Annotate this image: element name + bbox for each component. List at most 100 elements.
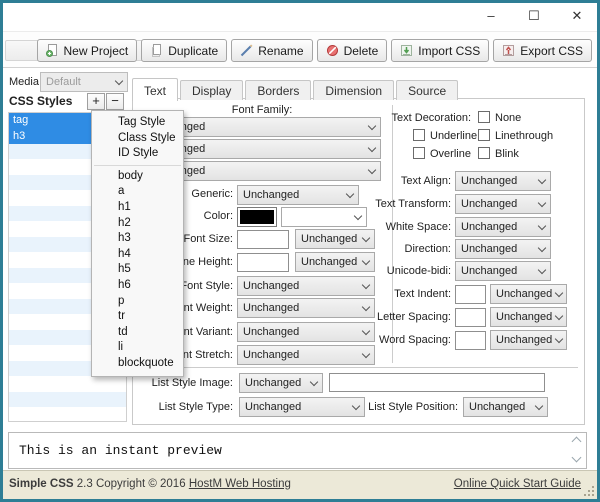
menu-item-tr[interactable]: tr: [92, 309, 183, 325]
font-style-value: Unchanged: [243, 280, 300, 292]
unicode-bidi-select[interactable]: Unchanged: [455, 261, 551, 281]
chevron-down-icon: [345, 189, 355, 198]
menu-item-h6[interactable]: h6: [92, 278, 183, 294]
chevron-down-icon: [361, 256, 371, 265]
decoration-overline-checkbox[interactable]: [413, 147, 425, 159]
tab-dimension[interactable]: Dimension: [313, 80, 395, 100]
tab-text[interactable]: Text: [132, 78, 179, 101]
chevron-down-icon: [537, 198, 547, 207]
decoration-overline-label: Overline: [430, 148, 471, 160]
word-spacing-unit-select[interactable]: Unchanged: [490, 330, 567, 350]
menu-item-a[interactable]: a: [92, 184, 183, 200]
unicode-bidi-label: Unicode-bidi:: [386, 265, 451, 277]
list-style-type-select[interactable]: Unchanged: [239, 397, 365, 417]
decoration-none-checkbox[interactable]: [478, 111, 490, 123]
white-space-value: Unchanged: [461, 221, 518, 233]
list-style-image-select[interactable]: Unchanged: [239, 373, 323, 393]
scroll-up-icon[interactable]: [571, 436, 581, 447]
list-style-type-label: List Style Type:: [158, 401, 233, 413]
resize-grip-icon[interactable]: [584, 486, 594, 496]
list-style-image-url-input[interactable]: [329, 373, 545, 392]
text-indent-input[interactable]: [455, 285, 486, 304]
import-css-button[interactable]: Import CSS: [391, 39, 490, 62]
color-swatch[interactable]: [237, 207, 277, 227]
letter-spacing-unit-select[interactable]: Unchanged: [490, 307, 567, 327]
media-value: Default: [46, 76, 81, 88]
menu-item-p[interactable]: p: [92, 294, 183, 310]
word-spacing-input[interactable]: [455, 331, 486, 350]
decoration-blink-checkbox[interactable]: [478, 147, 490, 159]
tab-source[interactable]: Source: [396, 80, 459, 100]
text-indent-unit-value: Unchanged: [496, 288, 553, 300]
new-project-icon: [45, 44, 59, 57]
chevron-down-icon: [361, 349, 371, 358]
letter-spacing-unit-value: Unchanged: [496, 311, 553, 323]
menu-item-tag-style[interactable]: Tag Style: [92, 115, 183, 131]
title-bar: – ☐ ✕: [3, 3, 597, 31]
text-align-select[interactable]: Unchanged: [455, 171, 551, 191]
tab-display[interactable]: Display: [180, 80, 244, 100]
new-project-button[interactable]: New Project: [36, 39, 138, 62]
menu-item-id-style[interactable]: ID Style: [92, 146, 183, 162]
chevron-down-icon: [537, 265, 547, 274]
generic-value: Unchanged: [243, 189, 300, 201]
text-transform-select[interactable]: Unchanged: [455, 194, 551, 214]
list-style-image-label: List Style Image:: [151, 377, 233, 389]
font-stretch-select[interactable]: Unchanged: [237, 345, 375, 365]
chevron-down-icon: [114, 76, 124, 85]
font-size-input[interactable]: [237, 230, 289, 249]
menu-item-td[interactable]: td: [92, 325, 183, 341]
menu-item-h2[interactable]: h2: [92, 216, 183, 232]
maximize-icon[interactable]: ☐: [526, 8, 542, 24]
decoration-underline-label: Underline: [430, 130, 478, 142]
menu-item-h3[interactable]: h3: [92, 231, 183, 247]
decoration-blink-label: Blink: [495, 148, 519, 160]
line-height-input[interactable]: [237, 253, 289, 272]
letter-spacing-input[interactable]: [455, 308, 486, 327]
chevron-down-icon: [367, 165, 377, 174]
unicode-bidi-value: Unchanged: [461, 265, 518, 277]
add-style-button[interactable]: +: [87, 93, 105, 110]
duplicate-button[interactable]: Duplicate: [141, 39, 228, 62]
text-align-label: Text Align:: [400, 175, 451, 187]
vendor-link[interactable]: HostM Web Hosting: [189, 478, 291, 490]
list-style-position-select[interactable]: Unchanged: [463, 397, 548, 417]
word-spacing-unit-value: Unchanged: [496, 334, 553, 346]
add-style-menu: Tag Style Class Style ID Style body a h1…: [91, 110, 184, 377]
rename-icon: [240, 44, 253, 57]
delete-button[interactable]: Delete: [316, 39, 388, 62]
rename-button[interactable]: Rename: [231, 39, 313, 62]
minimize-icon[interactable]: –: [483, 8, 499, 24]
toolbar: New Project Duplicate Rename Delete Impo…: [3, 31, 597, 68]
decoration-underline-checkbox[interactable]: [413, 129, 425, 141]
menu-item-class-style[interactable]: Class Style: [92, 131, 183, 147]
app-window: – ☐ ✕ New Project Duplicate Rename Delet…: [0, 0, 600, 502]
tab-borders[interactable]: Borders: [245, 80, 312, 100]
preview-scrollbar[interactable]: [569, 433, 583, 468]
chevron-down-icon: [555, 288, 564, 297]
menu-item-h4[interactable]: h4: [92, 247, 183, 263]
scroll-down-icon[interactable]: [571, 452, 581, 463]
tab-bar: Text Display Borders Dimension Source: [132, 77, 460, 101]
close-icon[interactable]: ✕: [569, 8, 585, 24]
chevron-down-icon: [309, 377, 319, 386]
text-indent-unit-select[interactable]: Unchanged: [490, 284, 567, 304]
delete-label: Delete: [343, 43, 379, 58]
menu-item-h1[interactable]: h1: [92, 200, 183, 216]
quick-start-guide-link[interactable]: Online Quick Start Guide: [454, 478, 581, 490]
media-select[interactable]: Default: [40, 72, 128, 92]
export-css-button[interactable]: Export CSS: [493, 39, 592, 62]
instant-preview-pane: This is an instant preview: [8, 432, 587, 469]
decoration-linethrough-checkbox[interactable]: [478, 129, 490, 141]
menu-item-blockquote[interactable]: blockquote: [92, 356, 183, 372]
remove-style-button[interactable]: −: [106, 93, 124, 110]
menu-item-li[interactable]: li: [92, 340, 183, 356]
import-icon: [400, 44, 413, 57]
list-style-image-value: Unchanged: [245, 377, 302, 389]
menu-item-body[interactable]: body: [92, 169, 183, 185]
media-label: Media:: [9, 76, 43, 88]
menu-item-h5[interactable]: h5: [92, 262, 183, 278]
direction-label: Direction:: [404, 243, 451, 255]
direction-select[interactable]: Unchanged: [455, 239, 551, 259]
white-space-select[interactable]: Unchanged: [455, 217, 551, 237]
